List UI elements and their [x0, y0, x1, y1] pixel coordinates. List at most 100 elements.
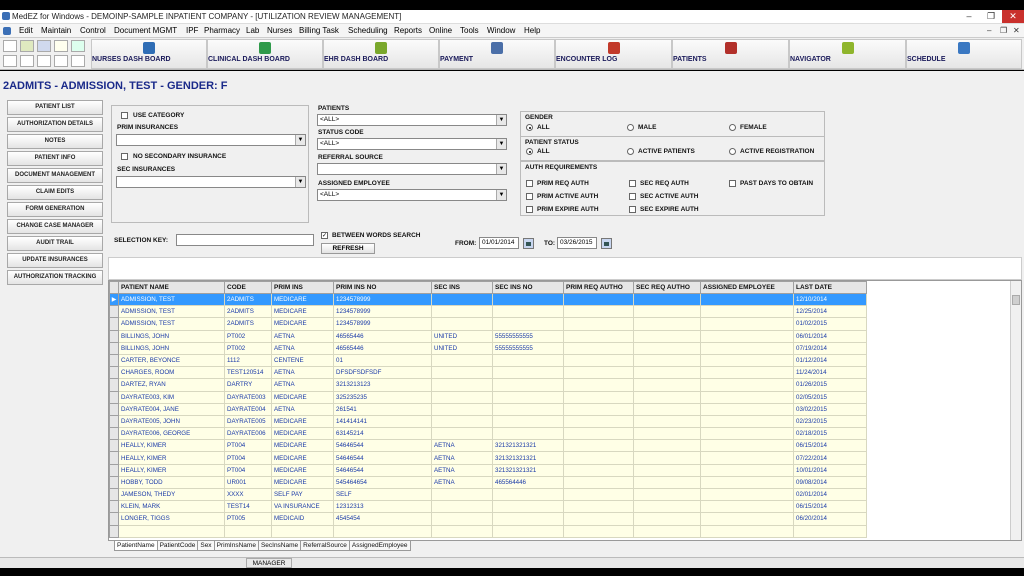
table-cell[interactable]: 54646544 — [333, 463, 432, 477]
table-cell[interactable]: MEDICARE — [271, 439, 334, 453]
refresh-button[interactable]: REFRESH — [321, 243, 375, 254]
table-cell[interactable]: 12/25/2014 — [793, 305, 867, 319]
table-cell[interactable]: 141414141 — [333, 414, 432, 429]
col-last-date[interactable]: LAST DATE — [793, 281, 867, 294]
table-cell[interactable]: MEDICAID — [271, 512, 334, 526]
schedule-button[interactable]: SCHEDULE — [906, 39, 1022, 69]
cut-icon[interactable] — [54, 40, 68, 52]
table-cell[interactable] — [700, 402, 794, 416]
table-cell[interactable] — [563, 487, 634, 502]
table-cell[interactable] — [633, 402, 701, 416]
table-row[interactable]: HEALLY, KIMER PT004 MEDICARE 54646544 AETNA 3… — [109, 451, 867, 465]
table-cell[interactable] — [633, 317, 701, 331]
table-cell[interactable] — [700, 329, 794, 343]
no-secondary-insurance-checkbox[interactable] — [121, 153, 128, 160]
table-row[interactable]: DARTEZ, RYAN DARTRY AETNA 3213213123 01/26/2… — [109, 378, 867, 392]
table-cell[interactable]: 03/02/2015 — [793, 402, 867, 416]
assigned-employee-dropdown[interactable]: <ALL> ▼ — [317, 189, 507, 201]
table-cell[interactable]: JAMESON, THEDY — [118, 487, 225, 502]
table-cell[interactable] — [431, 500, 493, 514]
table-cell[interactable]: 465564446 — [492, 475, 564, 490]
table-cell[interactable]: AETNA — [271, 366, 334, 380]
table-cell[interactable]: 54646544 — [333, 451, 432, 465]
table-cell[interactable]: UNITED — [431, 329, 493, 343]
table-cell[interactable] — [492, 378, 564, 392]
prim-expire-auth-checkbox[interactable] — [526, 206, 533, 213]
use-category-checkbox[interactable] — [121, 112, 128, 119]
table-cell[interactable] — [563, 366, 634, 380]
table-cell[interactable] — [633, 439, 701, 453]
table-cell[interactable]: 46565446 — [333, 341, 432, 355]
payment-button[interactable]: PAYMENT — [439, 39, 555, 69]
table-cell[interactable]: DAYRATE004 — [224, 402, 272, 416]
table-cell[interactable]: DARTEZ, RYAN — [118, 378, 225, 392]
paste-icon[interactable] — [37, 55, 51, 67]
sidebar-claim-edits[interactable]: CLAIM EDITS — [7, 185, 103, 200]
table-cell[interactable] — [431, 378, 493, 392]
table-cell[interactable] — [431, 487, 493, 502]
table-cell[interactable]: 1234578999 — [333, 292, 432, 307]
system-menu-icon[interactable] — [3, 27, 11, 35]
table-cell[interactable]: 01/12/2014 — [793, 353, 867, 368]
table-cell[interactable]: PT004 — [224, 439, 272, 453]
table-cell[interactable]: 07/22/2014 — [793, 451, 867, 465]
table-cell[interactable] — [700, 378, 794, 392]
table-cell[interactable]: 321321321321 — [492, 463, 564, 477]
col-code[interactable]: CODE — [224, 281, 272, 294]
row-selector[interactable] — [109, 463, 119, 477]
table-cell[interactable]: SELF — [333, 487, 432, 502]
table-cell[interactable] — [700, 414, 794, 429]
table-cell[interactable] — [431, 353, 493, 368]
table-cell[interactable] — [633, 329, 701, 343]
table-cell[interactable] — [563, 463, 634, 477]
nurses-dashboard-button[interactable]: NURSES DASH BOARD — [91, 39, 207, 69]
table-cell[interactable] — [633, 427, 701, 441]
menu-nurses[interactable]: Nurses — [267, 26, 292, 35]
table-cell[interactable]: HOBBY, TODD — [118, 475, 225, 490]
table-cell[interactable] — [431, 305, 493, 319]
menu-lab[interactable]: Lab — [246, 26, 259, 35]
table-cell[interactable] — [563, 292, 634, 307]
table-row[interactable]: HEALLY, KIMER PT004 MEDICARE 54646544 AETNA 3… — [109, 439, 867, 453]
menu-scheduling[interactable]: Scheduling — [348, 26, 388, 35]
gender-all-radio[interactable] — [526, 124, 533, 131]
table-row[interactable]: ADMISSION, TEST 2ADMITS MEDICARE 1234578999… — [109, 305, 867, 319]
close-button[interactable]: ✕ — [1002, 10, 1024, 23]
table-cell[interactable] — [563, 439, 634, 453]
table-cell[interactable]: UNITED — [431, 341, 493, 355]
table-cell[interactable] — [563, 317, 634, 331]
sec-insurances-dropdown[interactable]: ▼ — [116, 176, 306, 188]
table-cell[interactable]: DAYRATE006, GEORGE — [118, 427, 225, 441]
table-cell[interactable]: MEDICARE — [271, 305, 334, 319]
status-all-radio[interactable] — [526, 148, 533, 155]
table-cell[interactable] — [431, 402, 493, 416]
table-cell[interactable]: 3213213123 — [333, 378, 432, 392]
gender-female-radio[interactable] — [729, 124, 736, 131]
table-cell[interactable]: BILLINGS, JOHN — [118, 341, 225, 355]
sidebar-audit-trail[interactable]: AUDIT TRAIL — [7, 236, 103, 251]
table-cell[interactable]: ADMISSION, TEST — [118, 317, 225, 331]
menu-tools[interactable]: Tools — [460, 26, 479, 35]
sidebar-authorization-details[interactable]: AUTHORIZATION DETAILS — [7, 117, 103, 132]
prim-active-auth-checkbox[interactable] — [526, 193, 533, 200]
col-prim-ins-no[interactable]: PRIM INS NO — [333, 281, 432, 294]
table-cell[interactable] — [633, 463, 701, 477]
row-selector[interactable] — [109, 341, 119, 355]
tab-sec-ins-name[interactable]: SecInsName — [257, 541, 302, 551]
table-cell[interactable] — [700, 475, 794, 490]
table-cell[interactable]: PT004 — [224, 451, 272, 465]
table-cell[interactable] — [563, 414, 634, 429]
from-date-input[interactable]: 01/01/2014 — [479, 237, 519, 249]
menu-ipf[interactable]: IPF — [186, 26, 198, 35]
table-cell[interactable]: MEDICARE — [271, 463, 334, 477]
row-selector[interactable] — [109, 390, 119, 404]
to-date-input[interactable]: 03/26/2015 — [557, 237, 597, 249]
prim-insurances-dropdown[interactable]: ▼ — [116, 134, 306, 146]
table-cell[interactable] — [700, 390, 794, 404]
table-cell[interactable] — [492, 414, 564, 429]
status-active-registration-radio[interactable] — [729, 148, 736, 155]
table-cell[interactable]: HEALLY, KIMER — [118, 463, 225, 477]
table-cell[interactable]: DAYRATE005, JOHN — [118, 414, 225, 429]
table-cell[interactable]: 06/15/2014 — [793, 500, 867, 514]
sidebar-patient-list[interactable]: PATIENT LIST — [7, 100, 103, 115]
